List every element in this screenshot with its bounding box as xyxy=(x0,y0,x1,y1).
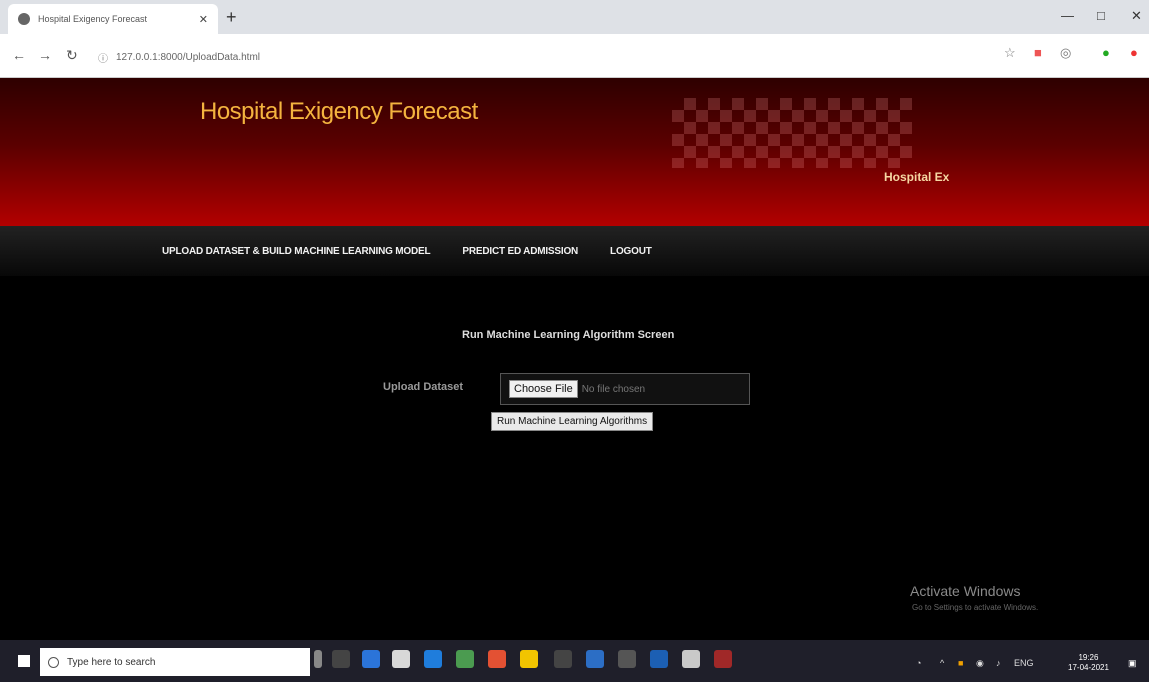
mail-icon[interactable] xyxy=(362,650,380,668)
new-tab-icon[interactable]: + xyxy=(226,7,237,28)
url-field[interactable]: ⓘ 127.0.0.1:8000/UploadData.html xyxy=(98,44,878,70)
activate-windows-subtitle: Go to Settings to activate Windows. xyxy=(912,603,1039,612)
upload-label: Upload Dataset xyxy=(383,381,464,393)
language-indicator[interactable]: ENG xyxy=(1014,658,1034,668)
browser-tab[interactable]: Hospital Exigency Forecast ✕ xyxy=(8,4,218,34)
star-icon[interactable]: ☆ xyxy=(1004,45,1016,61)
word-icon[interactable] xyxy=(650,650,668,668)
minimize-icon[interactable]: — xyxy=(1061,8,1074,23)
app-icon[interactable] xyxy=(714,650,732,668)
activate-windows-title: Activate Windows xyxy=(910,583,1021,599)
run-algorithms-button[interactable]: Run Machine Learning Algorithms xyxy=(491,412,654,431)
back-icon[interactable]: ← xyxy=(12,47,26,63)
notifications-icon[interactable]: ▣ xyxy=(1128,658,1137,669)
file-status: No file chosen xyxy=(581,383,646,395)
terminal-icon[interactable] xyxy=(554,650,572,668)
site-favicon-icon xyxy=(18,13,30,25)
url-text: 127.0.0.1:8000/UploadData.html xyxy=(116,51,260,63)
reload-icon[interactable]: ↻ xyxy=(66,47,78,64)
site-title: Hospital Exigency Forecast xyxy=(200,98,478,125)
close-window-icon[interactable]: ✕ xyxy=(1131,8,1142,24)
chrome-icon[interactable] xyxy=(520,650,538,668)
decorative-pattern xyxy=(672,98,912,168)
header-subtitle: Hospital Ex xyxy=(884,170,950,184)
extension-icon[interactable]: ● xyxy=(1102,45,1110,60)
extension-icon[interactable]: ◎ xyxy=(1060,45,1071,61)
site-header: Hospital Exigency Forecast Hospital Ex xyxy=(0,78,1149,226)
edge-icon[interactable] xyxy=(424,650,442,668)
page-title: Run Machine Learning Algorithm Screen xyxy=(462,329,675,341)
browser-tab-title: Hospital Exigency Forecast xyxy=(38,14,148,24)
nav-predict-admission[interactable]: PREDICT ED ADMISSION xyxy=(462,246,578,257)
nav-upload-dataset[interactable]: UPLOAD DATASET & BUILD MACHINE LEARNING … xyxy=(162,246,431,257)
chevron-up-icon[interactable]: ^ xyxy=(940,658,944,668)
main-nav: UPLOAD DATASET & BUILD MACHINE LEARNING … xyxy=(0,226,1149,276)
nav-logout[interactable]: LOGOUT xyxy=(610,246,652,257)
windows-start-icon[interactable] xyxy=(18,655,30,667)
app-icon[interactable] xyxy=(456,650,474,668)
close-tab-icon[interactable]: ✕ xyxy=(199,13,208,26)
tray-app-icon[interactable]: ■ xyxy=(958,658,963,668)
store-icon[interactable] xyxy=(392,650,410,668)
microphone-icon[interactable] xyxy=(314,650,322,668)
volume-icon[interactable]: ♪ xyxy=(996,658,1001,668)
site-info-icon[interactable]: ⓘ xyxy=(98,50,108,65)
clock-time: 19:26 xyxy=(1078,653,1099,662)
search-icon xyxy=(48,656,59,668)
taskbar-clock[interactable]: 19:26 17-04-2021 xyxy=(1068,653,1109,673)
search-placeholder: Type here to search xyxy=(67,656,156,668)
clock-date: 17-04-2021 xyxy=(1068,663,1109,672)
network-icon[interactable]: ◉ xyxy=(976,658,984,669)
taskbar: Type here to search ◔ ^ ■ ◉ ♪ ENG 19:26 … xyxy=(0,640,1149,682)
forward-icon[interactable]: → xyxy=(38,47,52,63)
file-input[interactable]: Choose File No file chosen xyxy=(500,373,750,405)
browser-tab-bar: Hospital Exigency Forecast ✕ + — □ ✕ xyxy=(0,0,1149,34)
maximize-icon[interactable]: □ xyxy=(1097,8,1105,23)
extension-icon[interactable]: ● xyxy=(1130,45,1138,60)
explorer-icon[interactable] xyxy=(586,650,604,668)
app-icon[interactable] xyxy=(488,650,506,668)
address-bar: ← → ↻ ⓘ 127.0.0.1:8000/UploadData.html ☆… xyxy=(0,34,1149,78)
extension-icon[interactable]: ■ xyxy=(1034,45,1042,60)
taskbar-search[interactable]: Type here to search xyxy=(40,648,310,676)
app-icon[interactable] xyxy=(618,650,636,668)
app-icon[interactable] xyxy=(682,650,700,668)
task-view-icon[interactable] xyxy=(332,650,350,668)
choose-file-button[interactable]: Choose File xyxy=(509,380,578,398)
people-icon[interactable]: ◔ xyxy=(916,658,921,668)
main-content: Run Machine Learning Algorithm Screen Up… xyxy=(0,276,1149,640)
